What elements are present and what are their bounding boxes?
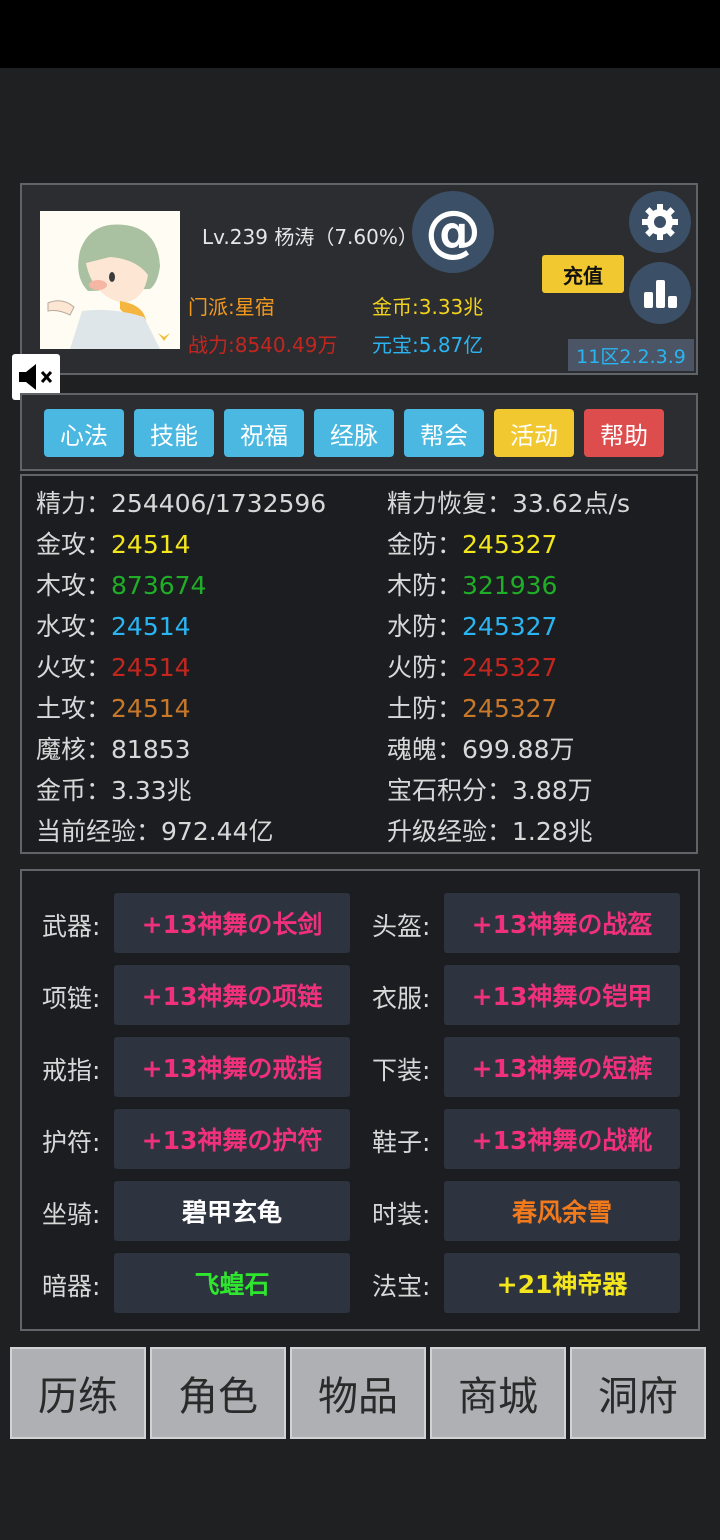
yuanbao-label: 元宝:5.87亿	[372, 333, 484, 357]
stat-left: 精力：254406/1732596	[36, 489, 327, 518]
status-bar	[0, 0, 720, 68]
tab-label: 技能	[150, 421, 198, 450]
stat-right: 精力恢复：33.62点/s	[387, 489, 631, 518]
stat-left: 金币：3.33兆	[36, 776, 192, 805]
speaker-muted-icon	[19, 364, 53, 390]
stat-right: 火防：245327	[387, 653, 558, 682]
stat-right: 升级经验：1.28兆	[387, 817, 593, 846]
stat-right: 木防：321936	[387, 571, 558, 600]
tab-label: 心法	[60, 421, 108, 450]
stat-left: 火攻：24514	[36, 653, 191, 682]
slot-label: 下装:	[372, 1056, 431, 1085]
tab-guild[interactable]: 帮会	[404, 409, 484, 457]
equip-slot-fashion[interactable]: 春风余雪	[444, 1181, 680, 1241]
stat-left: 水攻：24514	[36, 612, 191, 641]
stat-left: 土攻：24514	[36, 694, 191, 723]
equip-slot-amulet[interactable]: +13神舞の护符	[114, 1109, 350, 1169]
equip-slot-armor[interactable]: +13神舞の铠甲	[444, 965, 680, 1025]
stat-left: 魔核：81853	[36, 735, 191, 764]
tab-help[interactable]: 帮助	[584, 409, 664, 457]
nav-training[interactable]: 历练	[10, 1347, 146, 1439]
tab-events[interactable]: 活动	[494, 409, 574, 457]
nav-label: 洞府	[598, 1374, 678, 1420]
nav-shop[interactable]: 商城	[430, 1347, 566, 1439]
slot-label: 坐骑:	[42, 1200, 101, 1229]
equip-slot-necklace[interactable]: +13神舞の项链	[114, 965, 350, 1025]
nav-items[interactable]: 物品	[290, 1347, 426, 1439]
equip-slot-treasure[interactable]: +21神帝器	[444, 1253, 680, 1313]
slot-label: 护符:	[42, 1128, 101, 1157]
gold-label: 金币:3.33兆	[372, 295, 484, 319]
equip-slot-ring[interactable]: +13神舞の戒指	[114, 1037, 350, 1097]
tab-label: 帮会	[420, 421, 468, 450]
server-version-label: 11区2.2.3.9	[568, 339, 694, 371]
gear-icon	[642, 204, 678, 240]
tab-label: 经脉	[330, 421, 378, 450]
ranking-button[interactable]	[629, 262, 691, 324]
nav-character[interactable]: 角色	[150, 1347, 286, 1439]
stats-panel: 精力：254406/1732596 精力恢复：33.62点/s 金攻：24514…	[20, 474, 698, 854]
stat-right: 宝石积分：3.88万	[387, 776, 593, 805]
stat-left: 木攻：873674	[36, 571, 207, 600]
equip-slot-weapon[interactable]: +13神舞の长剑	[114, 893, 350, 953]
settings-button[interactable]	[629, 191, 691, 253]
nav-label: 历练	[38, 1374, 118, 1420]
stat-left: 金攻：24514	[36, 530, 191, 559]
slot-label: 项链:	[42, 984, 101, 1013]
recharge-button[interactable]: 充值	[542, 255, 624, 293]
slot-label: 法宝:	[372, 1272, 431, 1301]
equip-slot-pants[interactable]: +13神舞の短裤	[444, 1037, 680, 1097]
function-tabs: 心法 技能 祝福 经脉 帮会 活动 帮助	[20, 393, 698, 471]
tab-label: 帮助	[600, 421, 648, 450]
equip-slot-boots[interactable]: +13神舞の战靴	[444, 1109, 680, 1169]
avatar[interactable]	[40, 211, 180, 349]
combat-power-label: 战力:8540.49万	[188, 333, 338, 357]
stat-right: 土防：245327	[387, 694, 558, 723]
equip-slot-hidden-weapon[interactable]: 飞蝗石	[114, 1253, 350, 1313]
bar-chart-icon	[644, 280, 677, 308]
slot-label: 头盔:	[372, 912, 431, 941]
equip-slot-helmet[interactable]: +13神舞の战盔	[444, 893, 680, 953]
at-icon: @	[425, 199, 481, 264]
level-name-label: Lv.239 杨涛（7.60%）	[202, 225, 418, 249]
nav-label: 物品	[318, 1374, 398, 1420]
sect-label: 门派:星宿	[188, 295, 275, 319]
tab-label: 祝福	[240, 421, 288, 450]
stat-right: 金防：245327	[387, 530, 558, 559]
tab-skills[interactable]: 技能	[134, 409, 214, 457]
mention-button[interactable]: @	[412, 191, 494, 273]
stat-left: 当前经验：972.44亿	[36, 817, 274, 846]
nav-label: 角色	[178, 1374, 258, 1420]
nav-label: 商城	[458, 1374, 538, 1420]
slot-label: 戒指:	[42, 1056, 101, 1085]
slot-label: 暗器:	[42, 1272, 101, 1301]
slot-label: 鞋子:	[372, 1128, 431, 1157]
player-header: Lv.239 杨涛（7.60%） @ 充值 门派:星宿 金币:3.33兆 战力:…	[20, 183, 698, 375]
slot-label: 时装:	[372, 1200, 431, 1229]
tab-blessing[interactable]: 祝福	[224, 409, 304, 457]
slot-label: 武器:	[42, 912, 101, 941]
equip-slot-mount[interactable]: 碧甲玄龟	[114, 1181, 350, 1241]
tab-label: 活动	[510, 421, 558, 450]
tab-meridians[interactable]: 经脉	[314, 409, 394, 457]
equipment-panel: 武器: +13神舞の长剑 头盔: +13神舞の战盔 项链: +13神舞の项链 衣…	[20, 869, 700, 1331]
nav-cave[interactable]: 洞府	[570, 1347, 706, 1439]
slot-label: 衣服:	[372, 984, 431, 1013]
tab-xinfa[interactable]: 心法	[44, 409, 124, 457]
stat-right: 魂魄：699.88万	[387, 735, 575, 764]
stat-right: 水防：245327	[387, 612, 558, 641]
